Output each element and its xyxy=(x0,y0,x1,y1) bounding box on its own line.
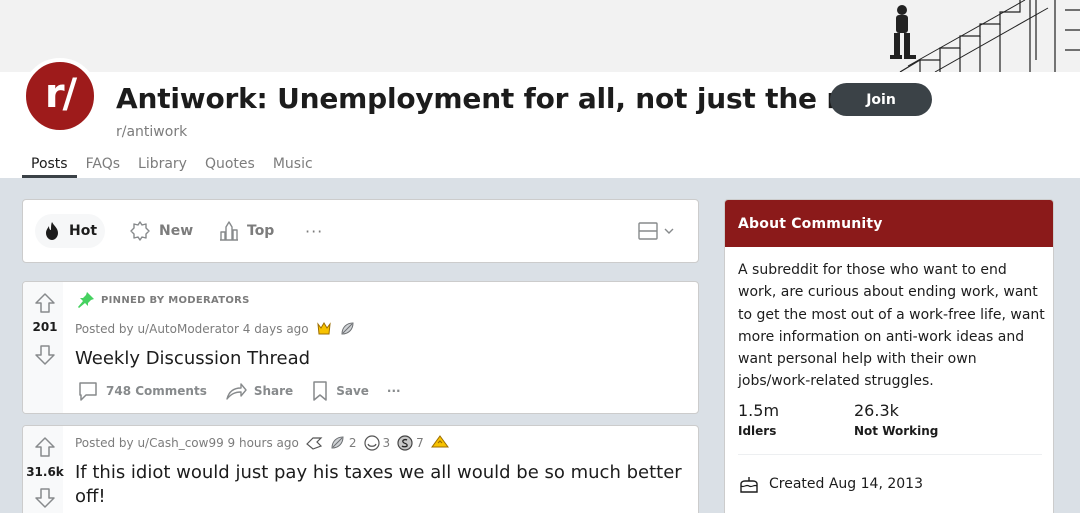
created-date: Created Aug 14, 2013 xyxy=(738,474,923,494)
award-count: 2 xyxy=(348,436,357,450)
post-title-line: If this idiot would just pay his taxes w… xyxy=(75,462,682,483)
community-tabs: Posts FAQs Library Quotes Music xyxy=(22,154,322,178)
sort-bar: Hot New Top ··· xyxy=(22,199,699,263)
about-community-heading: About Community xyxy=(725,200,1053,247)
post-card[interactable]: 201 PINNED BY MODERATORS Posted by u/Aut… xyxy=(22,281,699,414)
upvote-icon[interactable] xyxy=(34,292,56,314)
post-author-time[interactable]: Posted by u/Cash_cow99 9 hours ago xyxy=(75,436,299,450)
post-card[interactable]: 31.6k Posted by u/Cash_cow99 9 hours ago… xyxy=(22,425,699,513)
sort-new-label: New xyxy=(159,223,194,239)
downvote-icon[interactable] xyxy=(34,344,56,366)
gold-award-icon xyxy=(316,322,331,335)
silver-award-icon xyxy=(341,322,354,335)
post-meta: Posted by u/Cash_cow99 9 hours ago 2 3 7 xyxy=(75,434,450,452)
tab-quotes[interactable]: Quotes xyxy=(196,154,264,178)
wholesome-award-icon xyxy=(363,435,380,451)
tab-library[interactable]: Library xyxy=(129,154,196,178)
award-gold-up[interactable] xyxy=(430,434,450,452)
pin-icon xyxy=(78,292,94,308)
members-label: Idlers xyxy=(738,424,777,438)
community-banner xyxy=(0,0,1080,72)
post-actions: 748 Comments Share Save ··· xyxy=(77,380,419,402)
comment-icon xyxy=(79,382,97,401)
pinned-indicator: PINNED BY MODERATORS xyxy=(75,291,250,309)
post-title-line: off! xyxy=(75,486,106,507)
vote-count: 31.6k xyxy=(26,465,64,479)
card-view-icon xyxy=(638,222,658,240)
share-icon xyxy=(226,383,247,400)
members-stat: 1.5m Idlers xyxy=(738,401,779,438)
comments-button[interactable]: 748 Comments xyxy=(77,380,207,402)
award-silver[interactable]: 2 xyxy=(329,434,357,452)
sort-more-button[interactable]: ··· xyxy=(305,222,323,241)
silver-award-icon xyxy=(331,436,344,449)
online-count: 26.3k xyxy=(854,401,899,420)
sparkle-icon xyxy=(130,221,150,241)
award-count: 7 xyxy=(416,436,424,450)
downvote-icon[interactable] xyxy=(34,487,56,509)
post-title[interactable]: If this idiot would just pay his taxes w… xyxy=(75,461,682,509)
community-description: A subreddit for those who want to end wo… xyxy=(738,262,1045,390)
award-wholesome[interactable]: 3 xyxy=(363,434,391,452)
save-label: Save xyxy=(336,384,369,398)
gold-arrow-award-icon xyxy=(430,435,449,448)
sort-hot-label: Hot xyxy=(69,223,98,239)
top-chart-icon xyxy=(220,221,238,241)
share-button[interactable]: Share xyxy=(225,380,293,402)
created-label: Created Aug 14, 2013 xyxy=(769,476,923,492)
award-silver[interactable] xyxy=(339,320,357,338)
vote-column: 201 xyxy=(23,282,63,413)
post-more-button[interactable]: ··· xyxy=(387,384,401,398)
view-layout-selector[interactable] xyxy=(637,221,676,241)
vote-column: 31.6k xyxy=(23,426,64,513)
award-gold[interactable] xyxy=(315,320,333,338)
award-count: 3 xyxy=(382,436,391,450)
save-button[interactable]: Save xyxy=(311,380,369,402)
sort-top-button[interactable]: Top xyxy=(219,214,274,248)
cake-icon xyxy=(740,477,758,493)
about-divider xyxy=(738,454,1042,455)
online-stat: 26.3k Not Working xyxy=(854,401,938,438)
comments-label: 748 Comments xyxy=(106,384,207,398)
tab-faqs[interactable]: FAQs xyxy=(77,154,129,178)
avatar-text: r/ xyxy=(44,71,77,117)
award-helpful[interactable] xyxy=(305,434,323,452)
community-header: r/ Antiwork: Unemployment for all, not j… xyxy=(0,58,1080,178)
community-name: r/antiwork xyxy=(116,124,188,140)
award-coin[interactable]: 7 xyxy=(396,434,424,452)
post-author-time[interactable]: Posted by u/AutoModerator 4 days ago xyxy=(75,322,309,336)
helpful-award-icon xyxy=(305,437,323,450)
chevron-down-icon xyxy=(664,228,674,234)
tab-posts[interactable]: Posts xyxy=(22,154,77,178)
sort-new-button[interactable]: New xyxy=(129,214,193,248)
sort-hot-button[interactable]: Hot xyxy=(35,214,106,248)
pinned-label: PINNED BY MODERATORS xyxy=(101,294,250,306)
banner-illustration-icon xyxy=(890,0,1080,72)
vote-count: 201 xyxy=(32,320,58,334)
share-label: Share xyxy=(253,384,294,398)
join-button[interactable]: Join xyxy=(830,83,932,116)
post-meta: Posted by u/AutoModerator 4 days ago xyxy=(75,320,357,338)
community-title: Antiwork: Unemployment for all, not just… xyxy=(116,82,899,115)
flame-icon xyxy=(46,222,58,240)
bookmark-icon xyxy=(313,381,327,401)
upvote-icon[interactable] xyxy=(34,436,56,458)
community-avatar: r/ xyxy=(22,58,98,134)
online-label: Not Working xyxy=(854,424,939,438)
coin-award-icon xyxy=(397,435,413,451)
tab-music[interactable]: Music xyxy=(264,154,322,178)
about-community-card: About Community A subreddit for those wh… xyxy=(724,199,1054,513)
post-title[interactable]: Weekly Discussion Thread xyxy=(75,347,310,371)
members-count: 1.5m xyxy=(738,401,780,420)
sort-top-label: Top xyxy=(247,223,275,239)
